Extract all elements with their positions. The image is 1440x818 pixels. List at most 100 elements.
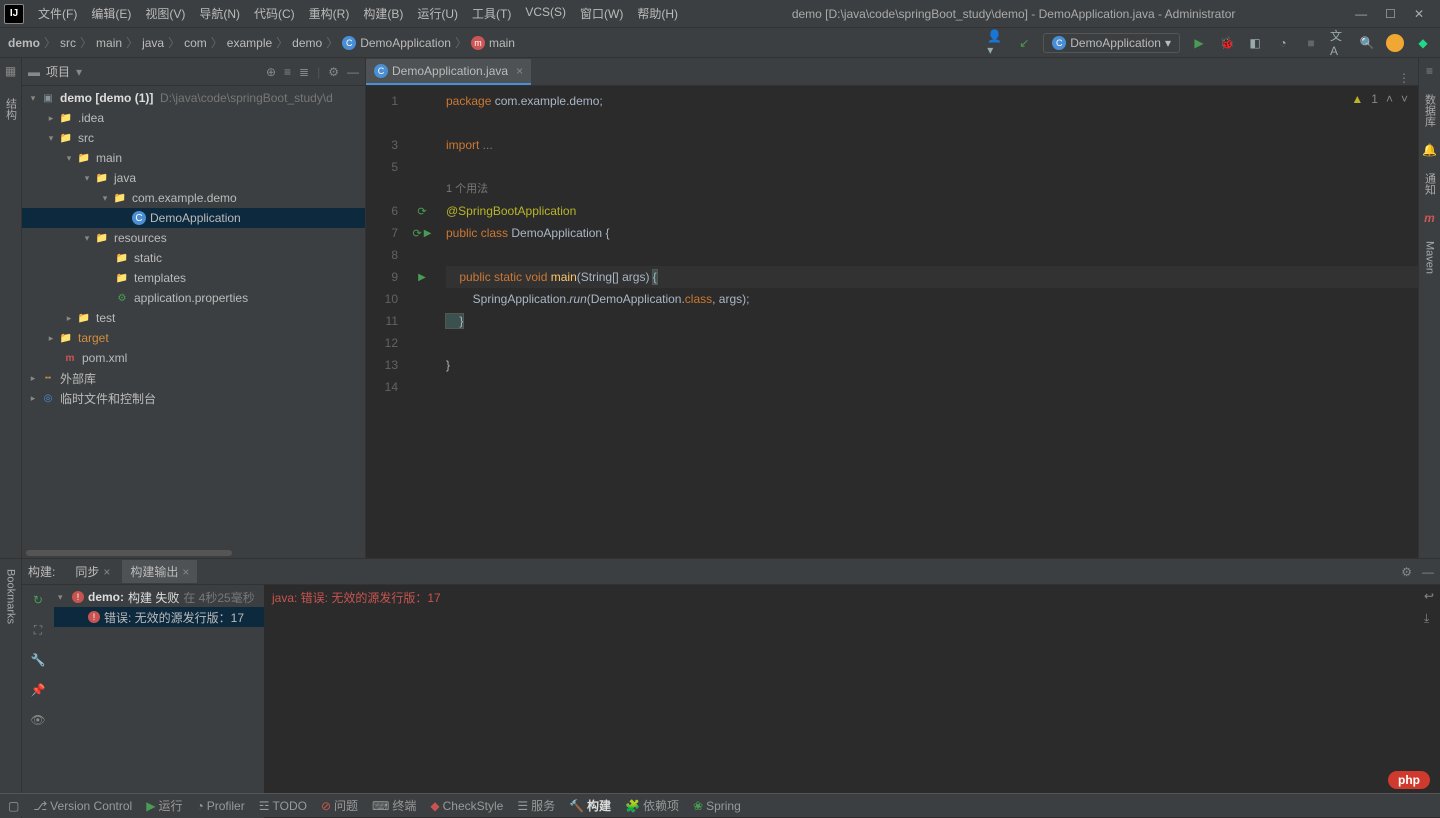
crumb-com[interactable]: com — [184, 36, 207, 50]
tree-java[interactable]: ▾📁 java — [22, 168, 365, 188]
menu-navigate[interactable]: 导航(N) — [193, 2, 246, 25]
update-icon[interactable] — [1386, 34, 1404, 52]
menu-window[interactable]: 窗口(W) — [574, 2, 629, 25]
status-services[interactable]: ☰服务 — [517, 797, 555, 814]
build-root-row[interactable]: ▾ ! demo: 构建 失败 在 4秒25毫秒 — [54, 587, 264, 607]
usage-hint[interactable]: 1 个用法 — [446, 183, 488, 195]
tree-demo-application[interactable]: C DemoApplication — [22, 208, 365, 228]
pin-icon[interactable]: 📌 — [29, 681, 47, 699]
user-icon[interactable]: 👤▾ — [987, 34, 1005, 52]
spring-icon[interactable]: ⟳ — [417, 205, 426, 218]
status-version-control[interactable]: ⎇Version Control — [33, 799, 132, 813]
status-problems[interactable]: ⊘问题 — [321, 797, 358, 814]
close-icon[interactable]: × — [182, 565, 189, 579]
menu-tools[interactable]: 工具(T) — [466, 2, 517, 25]
status-checkstyle[interactable]: ◆CheckStyle — [430, 799, 503, 813]
crumb-java[interactable]: java — [142, 36, 164, 50]
menu-code[interactable]: 代码(C) — [248, 2, 301, 25]
soft-wrap-icon[interactable]: ↩ — [1424, 589, 1434, 603]
menu-file[interactable]: 文件(F) — [32, 2, 83, 25]
jetbrains-icon[interactable]: ◆ — [1414, 34, 1432, 52]
gear-icon[interactable]: ⚙ — [328, 65, 339, 79]
crumb-root[interactable]: demo — [8, 36, 40, 50]
code-content[interactable]: package com.example.demo; import ... 1 个… — [438, 86, 1418, 558]
filter-icon[interactable]: ⛶ — [29, 621, 47, 639]
close-tab-icon[interactable]: × — [516, 64, 523, 78]
grid-icon[interactable]: ▦ — [5, 64, 16, 78]
tab-build-output[interactable]: 构建输出 × — [122, 560, 197, 583]
tree-templates[interactable]: 📁 templates — [22, 268, 365, 288]
search-icon[interactable]: 🔍 — [1358, 34, 1376, 52]
status-tool-window-icon[interactable]: ▢ — [8, 799, 19, 813]
tree-src[interactable]: ▾📁 src — [22, 128, 365, 148]
tree-test[interactable]: ▸📁 test — [22, 308, 365, 328]
status-dependencies[interactable]: 🧩依赖项 — [625, 797, 679, 814]
status-terminal[interactable]: ⌨终端 — [372, 797, 416, 814]
status-spring[interactable]: ❀Spring — [693, 799, 741, 813]
hide-icon[interactable]: — — [1422, 565, 1434, 579]
debug-icon[interactable]: 🐞 — [1218, 34, 1236, 52]
menu-help[interactable]: 帮助(H) — [631, 2, 684, 25]
tree-main[interactable]: ▾📁 main — [22, 148, 365, 168]
crumb-method[interactable]: main — [489, 36, 515, 50]
code-editor[interactable]: ▲ 1 ˄ ˅ 135 678 9101112 1314 ⟳ ⟳▶ ▶ pack… — [366, 86, 1418, 558]
status-profiler[interactable]: ◔Profiler — [196, 799, 244, 813]
run-icon[interactable]: ▶ — [1190, 34, 1208, 52]
tab-sync[interactable]: 同步 × — [67, 560, 118, 583]
menu-build[interactable]: 构建(B) — [357, 2, 409, 25]
database-icon[interactable]: ≡ — [1426, 64, 1433, 78]
menu-view[interactable]: 视图(V) — [139, 2, 191, 25]
tree-package[interactable]: ▾📁 com.example.demo — [22, 188, 365, 208]
gear-icon[interactable]: ⚙ — [1401, 565, 1412, 579]
database-tab[interactable]: 数据库 — [1422, 90, 1438, 131]
run-config-selector[interactable]: C DemoApplication ▾ — [1043, 33, 1180, 53]
menu-vcs[interactable]: VCS(S) — [519, 2, 572, 25]
eye-icon[interactable]: 👁 — [29, 711, 47, 729]
status-run[interactable]: ▶运行 — [146, 797, 182, 814]
coverage-icon[interactable]: ◧ — [1246, 34, 1264, 52]
rerun-icon[interactable]: ↻ — [29, 591, 47, 609]
maximize-icon[interactable]: ☐ — [1385, 7, 1396, 21]
status-todo[interactable]: ☲TODO — [259, 799, 307, 813]
crumb-class[interactable]: DemoApplication — [360, 36, 451, 50]
tree-properties[interactable]: ⚙ application.properties — [22, 288, 365, 308]
minimize-icon[interactable]: — — [1355, 7, 1367, 21]
expand-icon[interactable]: ≡ — [284, 65, 291, 79]
crumb-example[interactable]: example — [227, 36, 272, 50]
spring-icon[interactable]: ⟳ — [413, 227, 422, 240]
run-gutter-icon[interactable]: ▶ — [418, 272, 426, 283]
tree-root[interactable]: ▾▣ demo [demo (1)] D:\java\code\springBo… — [22, 88, 365, 108]
scroll-end-icon[interactable]: ⤓ — [1424, 611, 1434, 626]
notifications-tab[interactable]: 通知 — [1422, 169, 1438, 199]
tree-static[interactable]: 📁 static — [22, 248, 365, 268]
up-icon[interactable]: ˄ — [1386, 92, 1393, 106]
inspection-widget[interactable]: ▲ 1 ˄ ˅ — [1351, 92, 1408, 106]
maven-icon[interactable]: m — [1424, 211, 1435, 225]
close-icon[interactable]: × — [103, 565, 110, 579]
bookmarks-tab[interactable]: Bookmarks — [5, 569, 17, 624]
tree-idea[interactable]: ▸📁 .idea — [22, 108, 365, 128]
tree-target[interactable]: ▸📁 target — [22, 328, 365, 348]
chevron-down-icon[interactable]: ▾ — [76, 65, 82, 79]
bell-icon[interactable]: 🔔 — [1422, 143, 1437, 157]
collapse-icon[interactable]: ≣ — [299, 65, 309, 79]
close-icon[interactable]: ✕ — [1414, 7, 1424, 21]
tree-scratches[interactable]: ▸◎ 临时文件和控制台 — [22, 388, 365, 408]
editor-more-icon[interactable]: ⋮ — [1390, 71, 1418, 85]
profile-icon[interactable]: ◔ — [1274, 34, 1292, 52]
build-output[interactable]: java: 错误: 无效的源发行版：17 ↩ ⤓ — [264, 585, 1440, 818]
crumb-src[interactable]: src — [60, 36, 76, 50]
back-icon[interactable]: ↙ — [1015, 34, 1033, 52]
translate-icon[interactable]: 文A — [1330, 34, 1348, 52]
down-icon[interactable]: ˅ — [1401, 92, 1408, 106]
menu-edit[interactable]: 编辑(E) — [85, 2, 137, 25]
tree-external-libs[interactable]: ▸╍ 外部库 — [22, 368, 365, 388]
select-target-icon[interactable]: ⊕ — [266, 65, 276, 79]
menu-run[interactable]: 运行(U) — [411, 2, 464, 25]
crumb-demo[interactable]: demo — [292, 36, 322, 50]
menu-refactor[interactable]: 重构(R) — [303, 2, 356, 25]
wrench-icon[interactable]: 🔧 — [29, 651, 47, 669]
maven-tab[interactable]: Maven — [1424, 237, 1436, 278]
crumb-main[interactable]: main — [96, 36, 122, 50]
run-gutter-icon[interactable]: ▶ — [424, 228, 432, 239]
